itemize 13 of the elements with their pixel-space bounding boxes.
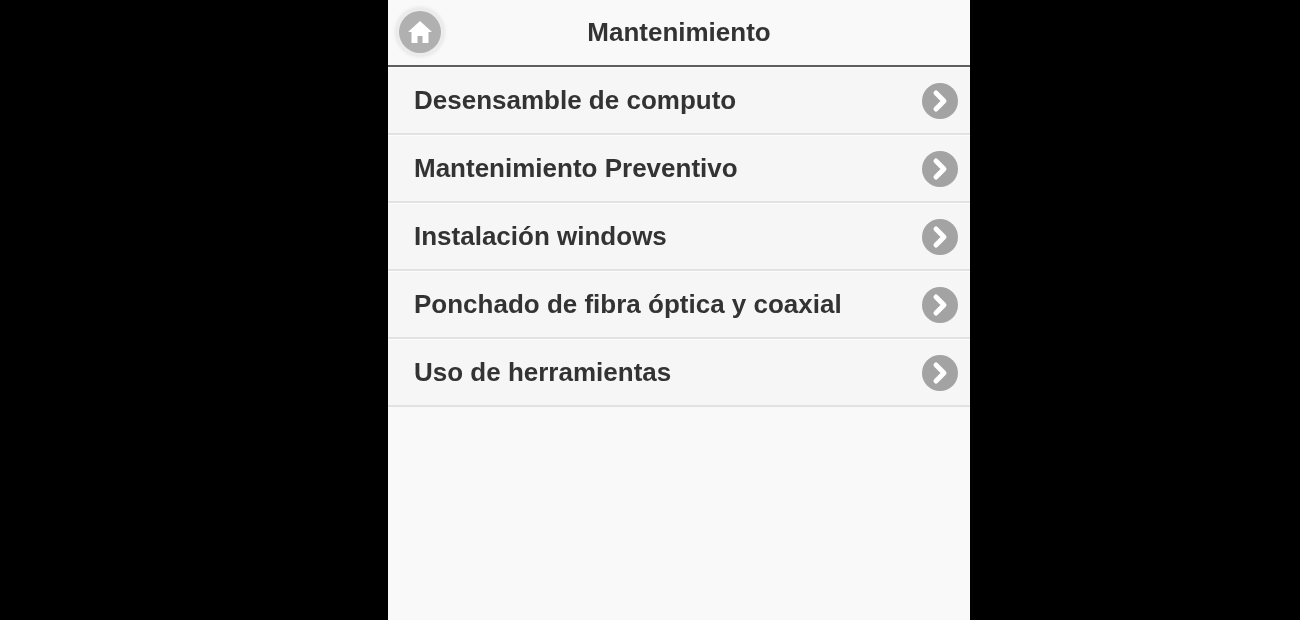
chevron-right-icon	[922, 150, 958, 187]
menu-item[interactable]: Mantenimiento Preventivo	[388, 135, 970, 203]
home-button[interactable]	[399, 11, 441, 53]
menu-item[interactable]: Ponchado de fibra óptica y coaxial	[388, 271, 970, 339]
menu-item[interactable]: Instalación windows	[388, 203, 970, 271]
menu-item[interactable]: Uso de herramientas	[388, 339, 970, 407]
chevron-right-icon	[922, 82, 958, 119]
home-icon	[408, 21, 432, 43]
chevron-right-icon	[922, 286, 958, 323]
chevron-right-icon	[922, 218, 958, 255]
page-title: Mantenimiento	[587, 16, 771, 49]
menu-item[interactable]: Desensamble de computo	[388, 67, 970, 135]
chevron-right-icon	[922, 354, 958, 391]
